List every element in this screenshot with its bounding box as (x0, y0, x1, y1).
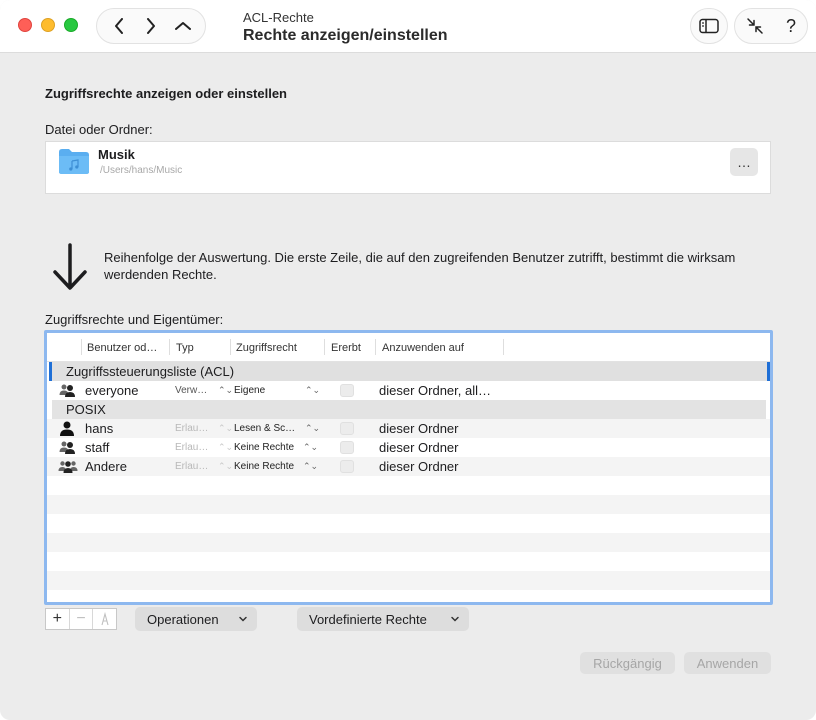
empty-row (47, 590, 770, 602)
revert-button[interactable]: Rückgängig (580, 652, 675, 674)
operations-popup[interactable]: Operationen (135, 607, 257, 631)
row-apply-to[interactable]: dieser Ordner (379, 438, 458, 457)
user-icon (60, 421, 74, 436)
minimize-window-button[interactable] (41, 18, 55, 32)
row-user: staff (85, 440, 110, 455)
table-header: Benutzer od… Typ Zugriffsrecht Ererbt An… (47, 333, 770, 362)
row-right-select[interactable]: Keine Rechte (234, 438, 294, 457)
row-apply-to[interactable]: dieser Ordner (379, 457, 458, 476)
empty-row (47, 533, 770, 552)
empty-row (47, 514, 770, 533)
browse-button[interactable]: … (730, 148, 758, 176)
file-label: Datei oder Ordner: (45, 122, 153, 137)
column-header-inherited[interactable]: Ererbt (331, 342, 361, 354)
toolbar-right-group: ? (734, 8, 808, 44)
back-button[interactable] (105, 12, 133, 40)
table-row[interactable]: everyone Verw… ⌃⌄ Eigene ⌃⌄ dieser Ordne… (47, 381, 770, 400)
sidebar-toggle-button[interactable] (690, 8, 728, 44)
zoom-window-button[interactable] (64, 18, 78, 32)
right-stepper-icon: ⌃⌄ (303, 442, 319, 452)
row-type-select: Erlau… (175, 461, 209, 472)
navigation-group (96, 8, 206, 44)
type-stepper-icon: ⌃⌄ (218, 385, 234, 395)
evaluation-order-info: Reihenfolge der Auswertung. Die erste Ze… (104, 250, 736, 282)
window: ACL-Rechte Rechte anzeigen/einstellen ? … (0, 0, 816, 720)
group-icon (59, 441, 75, 454)
file-name: Musik (98, 147, 135, 162)
inherited-checkbox (340, 441, 354, 454)
add-remove-group: + − (45, 608, 117, 630)
row-user: hans (85, 421, 114, 436)
column-header-type[interactable]: Typ (176, 342, 194, 354)
inherited-checkbox[interactable] (340, 384, 354, 397)
empty-row (47, 476, 770, 495)
music-folder-icon (59, 149, 89, 174)
table-row[interactable]: hans Erlau… ⌃⌄ Lesen & Sc… ⌃⌄ dieser Ord… (47, 419, 770, 438)
inherited-checkbox (340, 460, 354, 473)
row-type-select[interactable]: Verw… (175, 381, 207, 400)
row-apply-to[interactable]: dieser Ordner (379, 419, 458, 438)
pen-icon (101, 612, 109, 626)
type-stepper-icon: ⌃⌄ (218, 423, 234, 433)
empty-row (47, 571, 770, 590)
arrow-down-icon (53, 243, 87, 290)
sidebar-icon (699, 18, 719, 34)
type-stepper-icon: ⌃⌄ (218, 442, 234, 452)
column-header-apply-to[interactable]: Anzuwenden auf (382, 342, 464, 354)
table-row[interactable]: staff Erlau… ⌃⌄ Keine Rechte ⌃⌄ dieser O… (47, 438, 770, 457)
empty-row (47, 495, 770, 514)
group-icon (59, 384, 75, 397)
table-row[interactable]: Andere Erlau… ⌃⌄ Keine Rechte ⌃⌄ dieser … (47, 457, 770, 476)
titlebar: ACL-Rechte Rechte anzeigen/einstellen ? (0, 0, 816, 53)
collapse-arrows-icon (747, 18, 763, 34)
table-label: Zugriffsrechte und Eigentümer: (45, 312, 224, 327)
predefined-rights-label: Vordefinierte Rechte (309, 611, 427, 627)
remove-button[interactable]: − (70, 609, 94, 629)
close-window-button[interactable] (18, 18, 32, 32)
file-box: Musik /Users/hans/Music … (45, 141, 771, 194)
window-title: Rechte anzeigen/einstellen (243, 27, 448, 44)
right-stepper-icon: ⌃⌄ (303, 461, 319, 471)
others-icon (58, 461, 78, 473)
inherited-checkbox (340, 422, 354, 435)
row-type-select: Erlau… (175, 442, 209, 453)
up-button[interactable] (169, 12, 197, 40)
column-header-user[interactable]: Benutzer od… (87, 342, 157, 354)
help-button[interactable]: ? (786, 16, 796, 37)
row-user: Andere (85, 459, 127, 474)
row-user: everyone (85, 383, 139, 398)
right-stepper-icon: ⌃⌄ (305, 385, 321, 395)
row-type-select: Erlau… (175, 423, 209, 434)
acl-table[interactable]: Benutzer od… Typ Zugriffsrecht Ererbt An… (44, 330, 773, 605)
group-row-posix[interactable]: POSIX (52, 400, 766, 419)
section-heading: Zugriffsrechte anzeigen oder einstellen (45, 86, 287, 101)
row-right-select[interactable]: Lesen & Sc… (234, 419, 295, 438)
chevron-left-icon (115, 18, 123, 34)
empty-row (47, 552, 770, 571)
row-apply-to[interactable]: dieser Ordner, all… (379, 381, 491, 400)
chevron-right-icon (147, 18, 155, 34)
collapse-button[interactable] (746, 17, 764, 35)
chevron-up-icon (175, 22, 191, 30)
right-stepper-icon: ⌃⌄ (305, 423, 321, 433)
apply-button[interactable]: Anwenden (684, 652, 771, 674)
chevron-down-icon (239, 616, 247, 622)
column-header-right[interactable]: Zugriffsrecht (236, 342, 297, 354)
edit-button[interactable] (93, 609, 116, 629)
row-right-select[interactable]: Eigene (234, 381, 265, 400)
forward-button[interactable] (137, 12, 165, 40)
row-right-select[interactable]: Keine Rechte (234, 457, 294, 476)
operations-label: Operationen (147, 611, 219, 627)
predefined-rights-popup[interactable]: Vordefinierte Rechte (297, 607, 469, 631)
window-subtitle: ACL-Rechte (243, 10, 314, 25)
chevron-down-icon (451, 616, 459, 622)
file-path: /Users/hans/Music (100, 165, 183, 176)
type-stepper-icon: ⌃⌄ (218, 461, 234, 471)
add-button[interactable]: + (46, 609, 70, 629)
group-row-acl[interactable]: Zugriffssteuerungsliste (ACL) (49, 362, 770, 381)
